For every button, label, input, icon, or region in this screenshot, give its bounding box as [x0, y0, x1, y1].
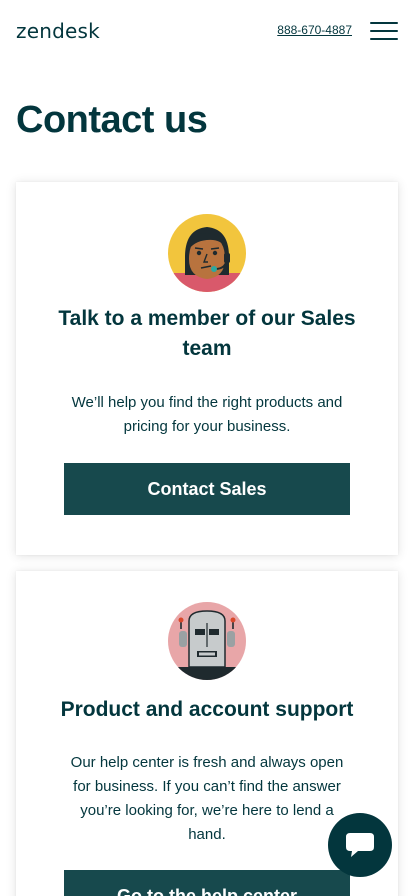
help-center-button[interactable]: Go to the help center — [64, 870, 350, 896]
menu-line — [370, 38, 398, 40]
contact-sales-button[interactable]: Contact Sales — [64, 463, 350, 515]
menu-line — [370, 30, 398, 32]
site-header: zendesk 888-670-4887 — [0, 0, 414, 62]
menu-line — [370, 22, 398, 24]
page-title: Contact us — [16, 99, 208, 141]
support-card-title: Product and account support — [60, 698, 354, 721]
chat-launcher-button[interactable] — [328, 813, 392, 877]
sales-card-title: Talk to a member of our Sales team — [58, 307, 356, 360]
robot-support-avatar-icon — [167, 601, 247, 681]
chat-bubble-icon — [346, 833, 374, 857]
sales-card-description: We’ll help you find the right products a… — [71, 394, 343, 435]
hamburger-menu-icon[interactable] — [370, 22, 398, 42]
sales-agent-headset-avatar-icon — [167, 213, 247, 293]
support-card-description: Our help center is fresh and always open… — [70, 754, 344, 843]
sales-card: Talk to a member of our Sales team We’ll… — [16, 182, 398, 555]
zendesk-logo[interactable]: zendesk — [16, 19, 100, 43]
phone-link[interactable]: 888-670-4887 — [277, 23, 352, 37]
